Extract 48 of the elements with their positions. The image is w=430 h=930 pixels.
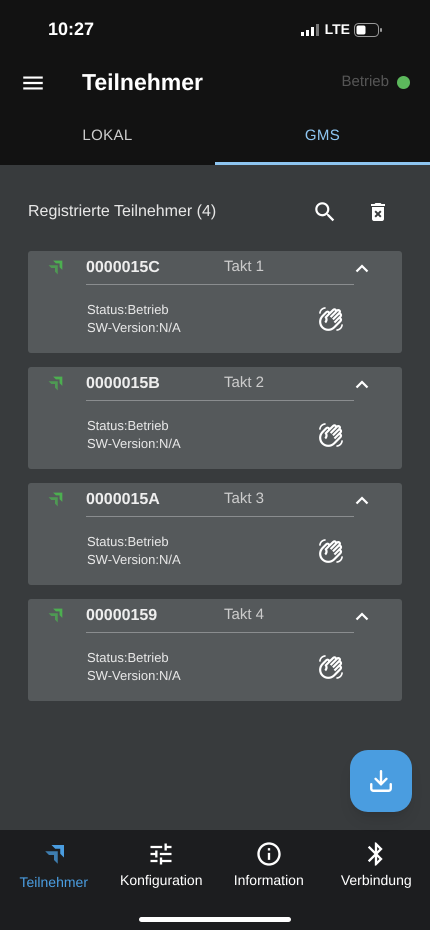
wave-button[interactable]: [318, 306, 344, 332]
waving-hand-icon: [318, 654, 344, 680]
chevron-up-icon: [355, 264, 369, 272]
participant-id: 0000015C: [86, 258, 161, 278]
tab[interactable]: GMS: [215, 110, 430, 165]
nav-item[interactable]: Konfiguration: [108, 840, 215, 893]
takt-label: Takt 1: [224, 257, 264, 278]
status-text: Status:Betrieb: [87, 417, 170, 435]
download-icon: [368, 768, 394, 794]
waving-hand-icon: [318, 306, 344, 332]
chevron-up-icon: [355, 612, 369, 620]
nav-item[interactable]: Teilnehmer: [0, 840, 108, 893]
section-title: Registrierte Teilnehmer (4): [28, 202, 218, 222]
waving-hand-icon: [318, 538, 344, 564]
collapse-button[interactable]: [355, 496, 369, 504]
version-text: SW-Version:N/A: [87, 435, 182, 453]
status-text: Status:Betrieb: [87, 533, 170, 551]
page-title: Teilnehmer: [82, 68, 204, 98]
status-text: Status:Betrieb: [87, 649, 170, 667]
takt-label: Takt 4: [224, 605, 264, 626]
signal-icon: [300, 24, 321, 36]
takt-label: Takt 2: [224, 373, 264, 394]
wave-button[interactable]: [318, 654, 344, 680]
chevron-up-icon: [355, 380, 369, 388]
participant-id: 0000015B: [86, 374, 161, 394]
participant-id: 00000159: [86, 606, 158, 626]
version-text: SW-Version:N/A: [87, 551, 182, 569]
version-text: SW-Version:N/A: [87, 667, 182, 685]
participant-id: 0000015A: [86, 490, 161, 510]
status-text: Status:Betrieb: [87, 301, 170, 319]
connection-status: Betrieb: [341, 72, 389, 92]
wave-button[interactable]: [318, 422, 344, 448]
info-icon: [254, 840, 283, 868]
status-time: 10:27: [48, 18, 94, 41]
battery-icon: [354, 22, 382, 36]
wave-button[interactable]: [318, 538, 344, 564]
nav-item[interactable]: Information: [215, 840, 322, 893]
download-button[interactable]: [350, 750, 412, 812]
chevron-up-icon: [355, 496, 369, 504]
network-label: LTE: [324, 20, 350, 39]
nav-item[interactable]: Verbindung: [322, 840, 430, 893]
takt-label: Takt 3: [224, 489, 264, 510]
collapse-button[interactable]: [355, 612, 369, 620]
collapse-button[interactable]: [355, 380, 369, 388]
collapse-button[interactable]: [355, 264, 369, 272]
version-text: SW-Version:N/A: [87, 319, 182, 337]
tab[interactable]: LOKAL: [0, 110, 215, 165]
waving-hand-icon: [318, 422, 344, 448]
